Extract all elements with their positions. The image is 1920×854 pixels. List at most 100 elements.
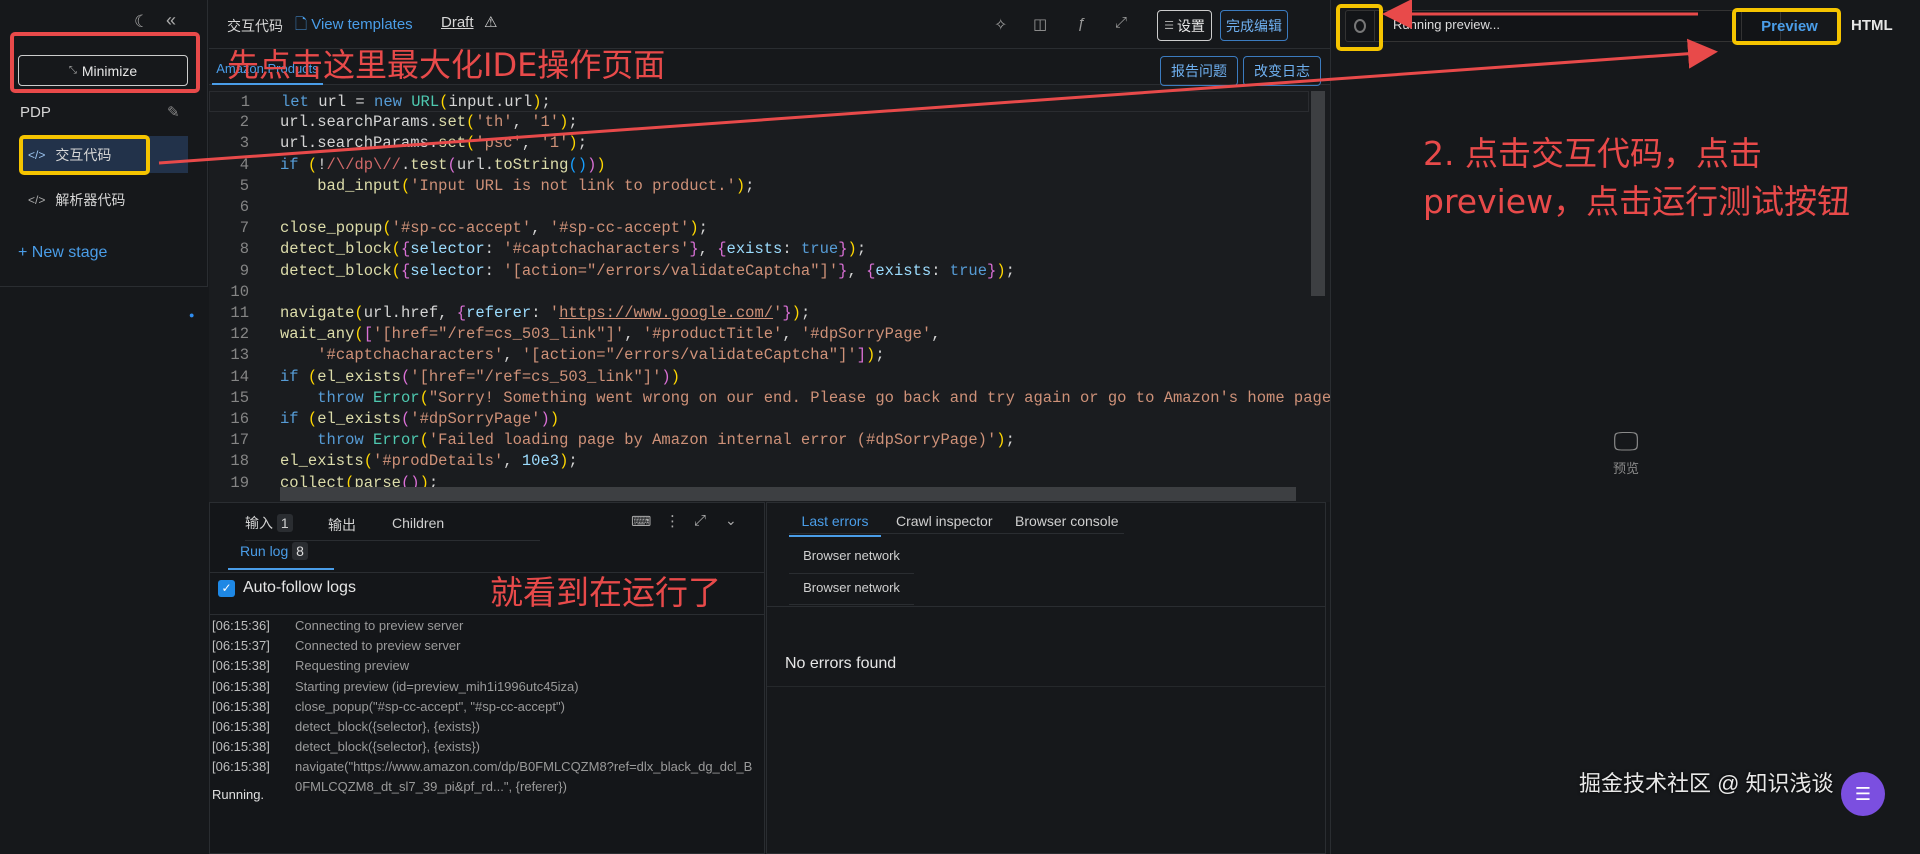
code-text: if (!/\/dp\//.test(url.toString())) [280, 155, 606, 176]
code-token: : [531, 304, 550, 322]
log-message: detect_block({selector}, {exists}) [295, 739, 480, 755]
code-token: ! [317, 155, 327, 174]
spinner-icon [1353, 19, 1366, 33]
tab-output[interactable]: 输出 [328, 515, 356, 535]
code-editor[interactable]: Amazon Products 报告问题 改变日志 1 let url = new… [189, 49, 1368, 502]
line-number: 4 [239, 155, 249, 174]
code-token: el_exists [317, 367, 401, 386]
code-token: URL [411, 93, 440, 111]
code-token: url = [308, 93, 375, 111]
checkbox-checked-icon: ✓ [218, 579, 235, 597]
run-panel: 输入 1 输出 Children ⌨ ⋮ ⤢ ⌄ Run log 8 ✓ Aut… [209, 502, 765, 854]
edit-icon[interactable]: ✎ [167, 103, 180, 121]
code-token: () [568, 155, 588, 174]
line-number: 2 [239, 113, 249, 132]
more-icon[interactable]: ⋮ [665, 512, 680, 530]
code-token: : [484, 261, 504, 280]
sliders-icon: ☰ [1164, 20, 1174, 32]
draft-status[interactable]: Draft [441, 14, 474, 31]
code-text: url.searchParams.set('psc', '1'); [280, 133, 587, 154]
report-issue-button[interactable]: 报告问题 [1160, 56, 1238, 86]
code-token: , [782, 325, 801, 344]
run-button[interactable] [1345, 10, 1375, 42]
code-token: ) [549, 410, 560, 428]
expand-icon[interactable]: ⤢ [694, 512, 706, 529]
sidebar-item-interaction-code[interactable]: </> 交互代码 [20, 136, 188, 173]
count-badge: 8 [292, 542, 308, 560]
new-stage-button[interactable]: + New stage [18, 244, 107, 262]
tab-last-errors[interactable]: Last errors [789, 513, 881, 537]
book-icon[interactable]: ◫ [1033, 15, 1047, 33]
code-token: ( [363, 452, 374, 471]
code-token: if [280, 410, 299, 428]
annotation-step1: 先点击这里最大化IDE操作页面 [227, 46, 666, 84]
code-token: Error [373, 388, 420, 407]
tab-browser-network[interactable]: Browser network [789, 580, 914, 605]
terminal-icon[interactable]: ⌨ [631, 513, 651, 530]
code-token: ) [735, 176, 746, 195]
settings-button[interactable]: ☰ 设置 [1157, 10, 1212, 41]
log-timestamp: [06:15:38] [212, 759, 270, 775]
auto-follow-checkbox[interactable]: ✓ Auto-follow logs [218, 579, 356, 597]
tab-children[interactable]: Children [392, 515, 444, 531]
line-number: 18 [230, 452, 249, 471]
tab-run-log[interactable]: Run log 8 [228, 542, 334, 570]
code-text: let url = new URL(input.url); [281, 92, 551, 113]
tab-html[interactable]: HTML [1851, 17, 1893, 34]
code-token: ' [549, 304, 560, 322]
code-token: '[action="/errors/validateCaptcha"]' [503, 261, 839, 280]
tab-input[interactable]: 输入 1 [245, 513, 293, 533]
code-token: set [438, 134, 467, 153]
vertical-scrollbar[interactable] [1311, 91, 1325, 296]
line-number: 17 [230, 431, 249, 450]
code-token: 'th' [475, 113, 513, 132]
code-token: { [400, 261, 411, 280]
line-number: 3 [239, 134, 249, 153]
code-area[interactable]: 1 let url = new URL(input.url); 2 url.searc… [209, 91, 1368, 502]
code-token: } [838, 240, 848, 259]
code-token: '[href="/ref=cs_503_link"]' [373, 325, 625, 344]
tab-crawl-inspector[interactable]: Crawl inspector [896, 513, 992, 529]
finish-editing-button[interactable]: 完成编辑 [1220, 10, 1288, 41]
code-token: 'Failed loading page by Amazon internal … [428, 431, 997, 450]
moon-icon[interactable]: ☾ [134, 12, 149, 32]
horizontal-scrollbar[interactable] [280, 487, 1296, 501]
code-token: ( [307, 410, 318, 428]
sidebar-item-parser-code[interactable]: </> 解析器代码 [20, 188, 188, 212]
code-token: : [484, 240, 504, 259]
minimize-button[interactable]: ⤡ Minimize [18, 55, 188, 86]
tab-browser-console[interactable]: Browser console [1015, 513, 1119, 529]
code-token: '[href="/ref=cs_503_link"]' [410, 367, 662, 386]
code-token: } [987, 261, 997, 280]
changelog-button[interactable]: 改变日志 [1243, 56, 1321, 86]
function-icon[interactable]: ƒ [1077, 15, 1085, 32]
run-status: Running. [212, 787, 265, 802]
code-token: ) [661, 367, 671, 386]
code-token: ( [382, 219, 392, 238]
code-token: ( [400, 176, 411, 195]
code-token: { [456, 304, 467, 322]
code-token: wait_any [280, 325, 355, 344]
sparkle-icon[interactable]: ✧ [994, 15, 1007, 35]
code-token: throw [317, 431, 364, 450]
breakpoint-dot[interactable]: ● [189, 310, 194, 320]
log-message: Starting preview (id=preview_mih1i1996ut… [295, 678, 579, 694]
code-token: '#productTitle' [642, 325, 783, 344]
code-line[interactable]: 1 let url = new URL(input.url); [209, 91, 1309, 112]
code-token: '1' [540, 134, 569, 153]
view-templates-link[interactable]: 🗋 View templates [295, 14, 413, 39]
code-token: ; [1005, 431, 1015, 450]
line-number: 13 [230, 346, 249, 365]
log-message: detect_block({selector}, {exists}) [295, 719, 480, 734]
expand-icon[interactable]: ⤢ [1115, 14, 1127, 31]
code-token: ) [587, 155, 597, 174]
code-token: ) [866, 346, 876, 365]
chat-button[interactable]: ☰ [1841, 772, 1885, 816]
collapse-sidebar-icon[interactable]: « [166, 10, 176, 31]
tab-browser-network[interactable]: Browser network [789, 548, 914, 574]
chevron-down-icon[interactable]: ⌄ [725, 512, 737, 529]
code-token: exists [726, 240, 783, 259]
tab-preview[interactable]: Preview [1741, 12, 1837, 40]
